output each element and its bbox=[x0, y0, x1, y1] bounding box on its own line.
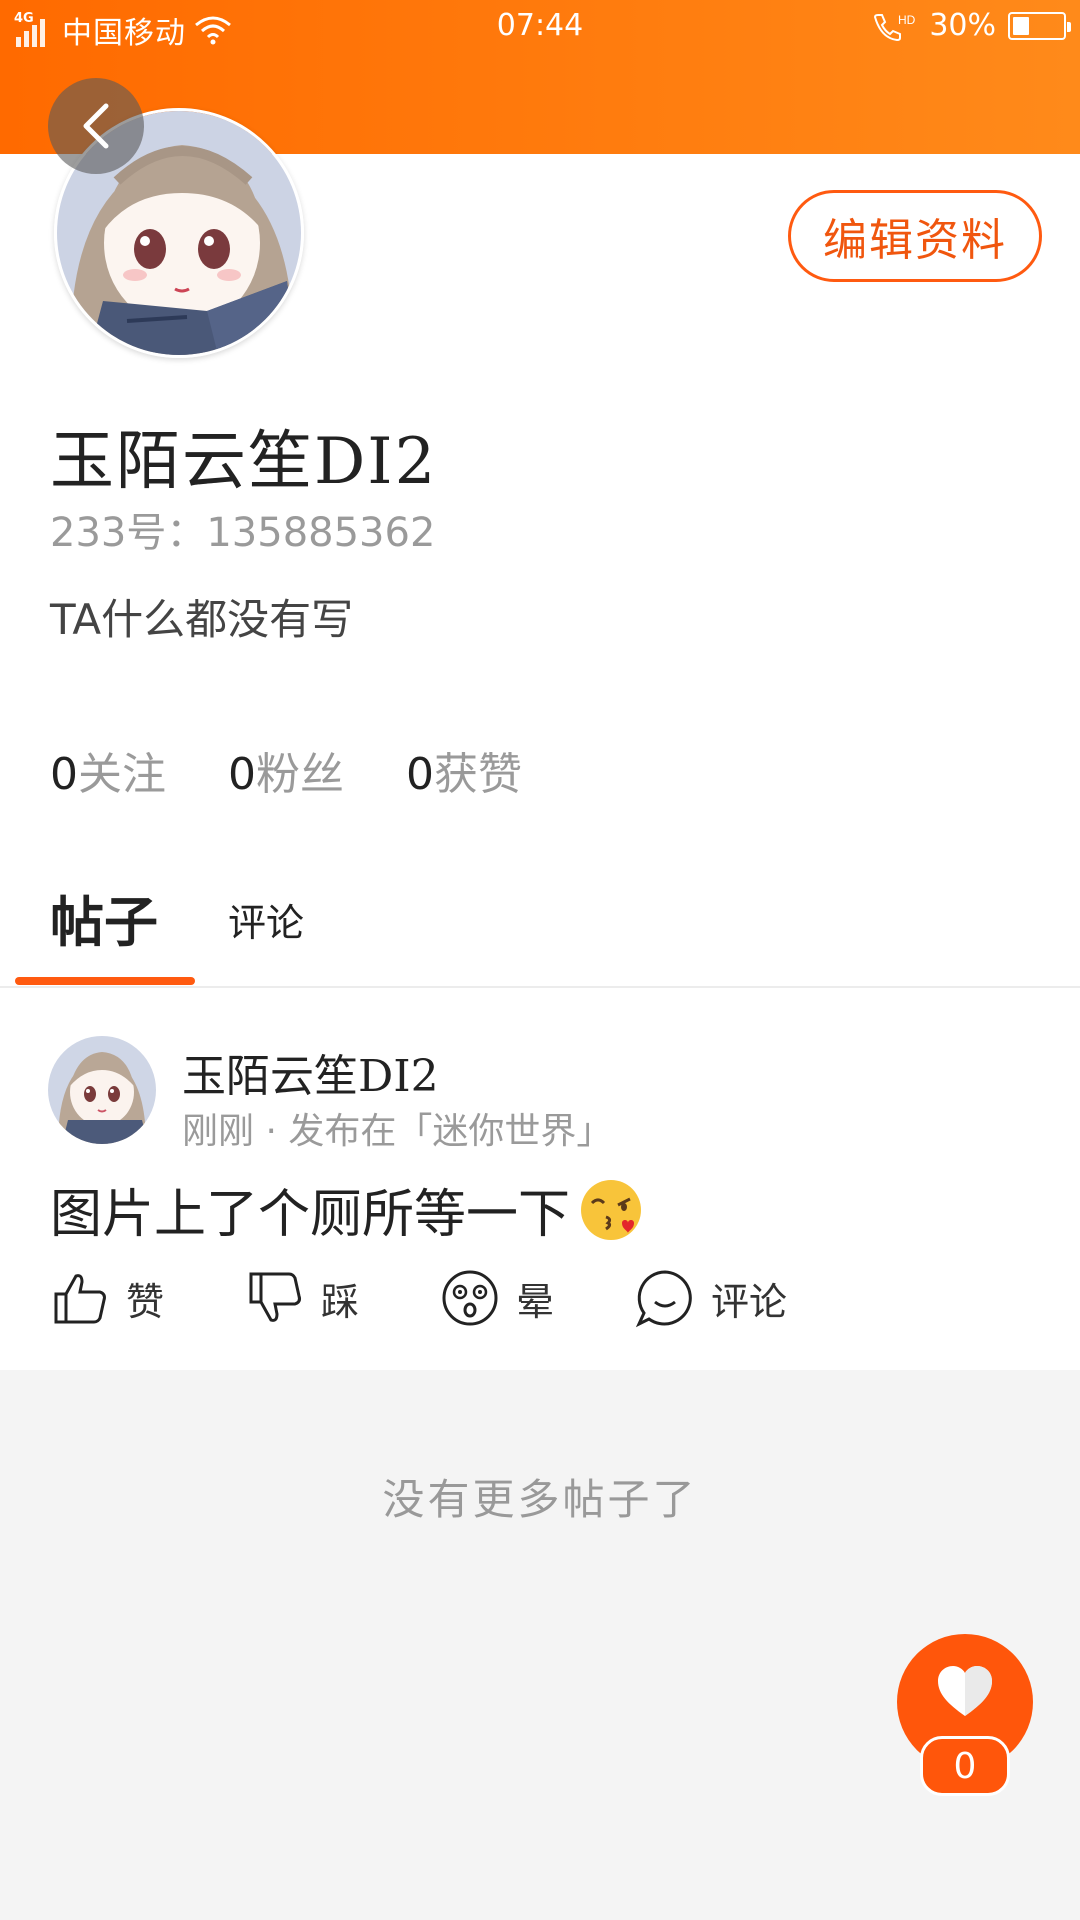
thumbs-up-icon bbox=[54, 1274, 106, 1324]
post-actions: 赞 踩 晕 评论 bbox=[50, 1268, 830, 1328]
profile-username: 玉陌云笙DI2 bbox=[50, 425, 438, 499]
like-action-button[interactable]: 赞 bbox=[50, 1268, 245, 1328]
dislike-action-button[interactable]: 踩 bbox=[245, 1268, 440, 1328]
battery-icon bbox=[1008, 11, 1071, 40]
stat-likes[interactable]: 0获赞 bbox=[406, 738, 522, 802]
back-button[interactable] bbox=[48, 78, 144, 174]
avatar-illustration bbox=[48, 1036, 156, 1144]
tab-comments[interactable]: 评论 bbox=[228, 892, 304, 947]
kissing-face-emoji-icon bbox=[581, 1179, 642, 1240]
status-bar: 4G 中国移动 07:44 HD 30% bbox=[0, 0, 1080, 52]
hd-call-icon: HD bbox=[874, 13, 916, 41]
dizzy-face-icon bbox=[442, 1270, 498, 1326]
svg-text:HD: HD bbox=[898, 13, 916, 27]
tab-posts[interactable]: 帖子 bbox=[50, 878, 158, 957]
tab-divider bbox=[0, 986, 1080, 988]
comment-action-button[interactable]: 评论 bbox=[635, 1268, 830, 1328]
stat-following[interactable]: 0关注 bbox=[50, 738, 166, 802]
heart-icon bbox=[938, 1666, 992, 1716]
stat-followers[interactable]: 0粉丝 bbox=[228, 738, 344, 802]
comment-icon bbox=[635, 1270, 692, 1328]
profile-tabs: 帖子 评论 bbox=[0, 878, 1080, 988]
post-text: 图片上了个厕所等一下 bbox=[50, 1172, 644, 1247]
post-author-avatar[interactable] bbox=[48, 1036, 156, 1144]
no-more-posts-text: 没有更多帖子了 bbox=[382, 1475, 698, 1524]
profile-stats: 0关注 0粉丝 0获赞 bbox=[50, 738, 522, 802]
profile-bio: TA什么都没有写 bbox=[50, 595, 354, 644]
active-tab-indicator bbox=[15, 977, 195, 985]
post-item[interactable]: 玉陌云笙DI2 刚刚 · 发布在「迷你世界」 图片上了个厕所等一下 赞 踩 晕 … bbox=[0, 1006, 1080, 1366]
post-meta: 刚刚 · 发布在「迷你世界」 bbox=[182, 1111, 613, 1152]
profile-id: 233号：135885362 bbox=[50, 510, 436, 556]
dizzy-action-button[interactable]: 晕 bbox=[440, 1268, 635, 1328]
like-count-badge: 0 bbox=[920, 1736, 1010, 1796]
chevron-left-icon bbox=[83, 103, 109, 149]
post-author-name[interactable]: 玉陌云笙DI2 bbox=[182, 1040, 439, 1104]
thumbs-down-icon bbox=[249, 1272, 301, 1322]
edit-profile-button[interactable]: 编辑资料 bbox=[788, 190, 1042, 282]
battery-percent: 30% bbox=[929, 8, 996, 43]
